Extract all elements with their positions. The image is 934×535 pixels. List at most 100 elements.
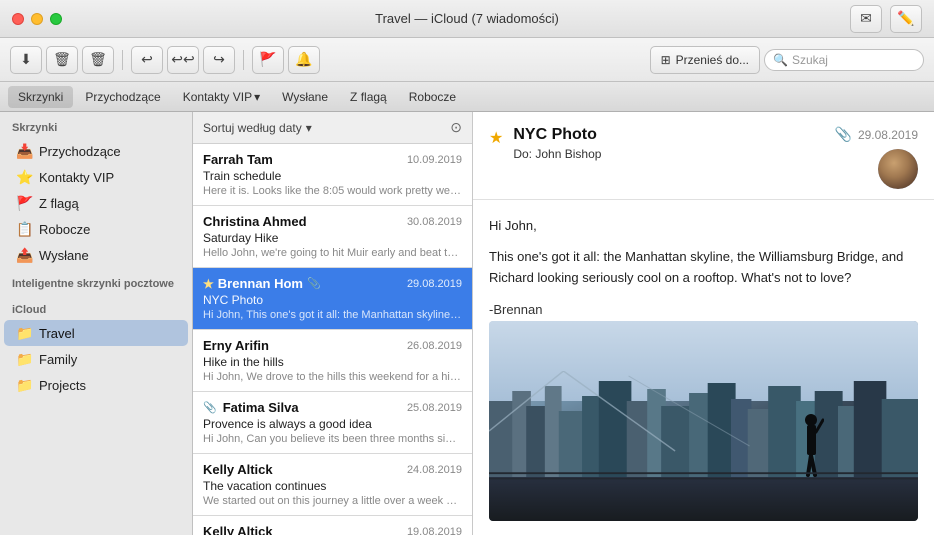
email-sender: Christina Ahmed [203, 214, 307, 229]
sent-icon: 📤 [16, 247, 32, 264]
tab-skrzynki[interactable]: Skrzynki [8, 86, 73, 108]
flag-sidebar-icon: 🚩 [16, 195, 32, 212]
email-sender: Kelly Altick [203, 462, 273, 477]
email-subject: Train schedule [203, 169, 462, 183]
minimize-button[interactable] [31, 13, 43, 25]
email-item[interactable]: 📎 Fatima Silva 25.08.2019 Provence is al… [193, 392, 472, 454]
email-date: 25.08.2019 [407, 402, 462, 414]
sort-label: Sortuj według daty [203, 121, 302, 135]
detail-body: Hi John, This one's got it all: the Manh… [473, 200, 934, 535]
email-sender: Erny Arifin [203, 338, 269, 353]
email-preview: Hello John, we're going to hit Muir earl… [203, 247, 462, 259]
sidebar-section-skrzynki: Skrzynki [0, 112, 192, 138]
search-placeholder: Szukaj [792, 53, 828, 67]
main-content: Skrzynki 📥 Przychodzące ⭐ Kontakty VIP 🚩… [0, 112, 934, 535]
detail-info: NYC Photo Do: John Bishop [513, 126, 824, 161]
titlebar: Travel — iCloud (7 wiadomości) ✉ ✏️ [0, 0, 934, 38]
forward-button[interactable]: ↪ [203, 46, 235, 74]
move-icon: ⊞ [661, 53, 671, 67]
email-item-header: Kelly Altick 24.08.2019 [203, 462, 462, 477]
sidebar-label-kontakty-vip: Kontakty VIP [39, 170, 114, 185]
sidebar-item-family[interactable]: 📁 Family [4, 346, 188, 372]
list-options-icon[interactable]: ⊙ [450, 119, 462, 136]
email-preview: We started out on this journey a little … [203, 495, 462, 507]
tab-robocze[interactable]: Robocze [399, 86, 466, 108]
move-button[interactable]: ⊞ Przenieś do... [650, 46, 760, 74]
tab-kontakty-vip[interactable]: Kontakty VIP ▾ [173, 86, 270, 108]
detail-star-icon[interactable]: ★ [489, 128, 503, 148]
separator-2 [243, 50, 244, 70]
email-item[interactable]: Kelly Altick 24.08.2019 The vacation con… [193, 454, 472, 516]
avatar [878, 149, 918, 189]
detail-subject: NYC Photo [513, 126, 824, 144]
email-list-header: Sortuj według daty ▾ ⊙ [193, 112, 472, 144]
email-detail: ★ NYC Photo Do: John Bishop 📎 29.08.2019 [473, 112, 934, 535]
archive-button[interactable]: ⬇ [10, 46, 42, 74]
archive-icon: ⬇ [20, 51, 32, 68]
reply-icon: ↩ [141, 51, 153, 68]
trash-icon: 🗑 [53, 51, 71, 68]
reply-all-button[interactable]: ↩↩ [167, 46, 199, 74]
email-item-header: Erny Arifin 26.08.2019 [203, 338, 462, 353]
email-item[interactable]: Kelly Altick 19.08.2019 Vacation [193, 516, 472, 535]
email-sender: ★ Brennan Hom 📎 [203, 276, 321, 291]
tab-z-flaga[interactable]: Z flagą [340, 86, 397, 108]
draft-icon: 📋 [16, 221, 32, 238]
email-item[interactable]: Farrah Tam 10.09.2019 Train schedule Her… [193, 144, 472, 206]
sidebar-item-travel[interactable]: 📁 Travel [4, 320, 188, 346]
sidebar-item-wyslane[interactable]: 📤 Wysłane [4, 242, 188, 268]
detail-to: John Bishop [535, 147, 601, 161]
detail-header: ★ NYC Photo Do: John Bishop 📎 29.08.2019 [473, 112, 934, 200]
bell-icon: 🔔 [295, 51, 312, 68]
sidebar-item-kontakty-vip[interactable]: ⭐ Kontakty VIP [4, 164, 188, 190]
delete-alt-button[interactable]: 🗑 [82, 46, 114, 74]
delete-button[interactable]: 🗑 [46, 46, 78, 74]
sidebar-item-projects[interactable]: 📁 Projects [4, 372, 188, 398]
email-date: 26.08.2019 [407, 340, 462, 352]
window-title: Travel — iCloud (7 wiadomości) [375, 11, 559, 26]
maximize-button[interactable] [50, 13, 62, 25]
email-subject: The vacation continues [203, 479, 462, 493]
folder-projects-icon: 📁 [16, 377, 32, 394]
email-item-header: 📎 Fatima Silva 25.08.2019 [203, 400, 462, 415]
tab-przychodzace[interactable]: Przychodzące [75, 86, 170, 108]
sender-name: Brennan Hom [218, 276, 303, 291]
email-subject: NYC Photo [203, 293, 462, 307]
email-item[interactable]: Christina Ahmed 30.08.2019 Saturday Hike… [193, 206, 472, 268]
notification-button[interactable]: 🔔 [288, 46, 320, 74]
move-label: Przenieś do... [676, 53, 749, 67]
star-icon: ⭐ [16, 169, 32, 186]
close-button[interactable] [12, 13, 24, 25]
sidebar-label-travel: Travel [39, 326, 75, 341]
photo-fence-svg [489, 465, 918, 485]
search-box[interactable]: 🔍 Szukaj [764, 49, 924, 71]
detail-text: This one's got it all: the Manhattan sky… [489, 247, 918, 289]
email-subject: Hike in the hills [203, 355, 462, 369]
sidebar-label-robocze: Robocze [39, 222, 90, 237]
edit-button[interactable]: ✏️ [890, 5, 922, 33]
sidebar-item-robocze[interactable]: 📋 Robocze [4, 216, 188, 242]
email-sender: Farrah Tam [203, 152, 273, 167]
sidebar-section-inteligentne: Inteligentne skrzynki pocztowe [0, 268, 192, 294]
sidebar-item-z-flaga[interactable]: 🚩 Z flagą [4, 190, 188, 216]
toolbar: ⬇ 🗑 🗑 ↩ ↩↩ ↪ 🚩 🔔 ⊞ Przenieś do... 🔍 Szuk… [0, 38, 934, 82]
email-subject: Saturday Hike [203, 231, 462, 245]
reply-button[interactable]: ↩ [131, 46, 163, 74]
email-item[interactable]: Erny Arifin 26.08.2019 Hike in the hills… [193, 330, 472, 392]
email-date: 24.08.2019 [407, 464, 462, 476]
email-date: 10.09.2019 [407, 154, 462, 166]
sort-button[interactable]: Sortuj według daty ▾ [203, 121, 312, 135]
detail-date: 29.08.2019 [858, 128, 918, 142]
email-sender: 📎 Fatima Silva [203, 400, 299, 415]
sidebar-label-projects: Projects [39, 378, 86, 393]
sender-avatar [878, 149, 918, 189]
edit-icon: ✏️ [897, 10, 914, 27]
email-item-header: Christina Ahmed 30.08.2019 [203, 214, 462, 229]
forward-icon: ↪ [213, 51, 225, 68]
compose-icon: ✉ [860, 10, 872, 27]
tab-wyslane[interactable]: Wysłane [272, 86, 338, 108]
flag-button[interactable]: 🚩 [252, 46, 284, 74]
sidebar-item-przychodzace[interactable]: 📥 Przychodzące [4, 138, 188, 164]
new-mail-button[interactable]: ✉ [850, 5, 882, 33]
email-item-selected[interactable]: ★ Brennan Hom 📎 29.08.2019 NYC Photo Hi … [193, 268, 472, 330]
